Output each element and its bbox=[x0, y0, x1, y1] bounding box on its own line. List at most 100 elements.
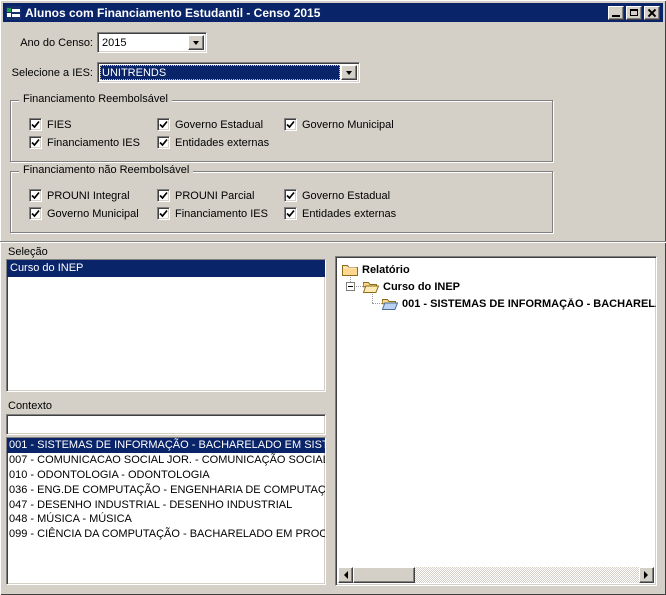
contexto-filter-input[interactable] bbox=[6, 414, 326, 435]
tree-node-relatorio[interactable]: Relatório bbox=[342, 261, 410, 278]
checkbox-prouni-parcial[interactable]: PROUNI Parcial bbox=[157, 188, 254, 203]
checkbox-label: Governo Municipal bbox=[302, 119, 394, 131]
chevron-down-icon bbox=[346, 71, 352, 78]
checkbox-entidades-externas-nr[interactable]: Entidades externas bbox=[284, 206, 396, 221]
checkbox-financiamento-ies[interactable]: Financiamento IES bbox=[29, 135, 140, 150]
checkbox-entidades-externas[interactable]: Entidades externas bbox=[157, 135, 269, 150]
dialog-window: Alunos com Financiamento Estudantil - Ce… bbox=[0, 0, 666, 595]
maximize-icon bbox=[630, 9, 638, 16]
close-icon bbox=[648, 9, 656, 17]
list-item[interactable]: 001 - SISTEMAS DE INFORMAÇÃO - BACHARELA… bbox=[7, 438, 325, 453]
checkbox-governo-estadual[interactable]: Governo Estadual bbox=[157, 117, 263, 132]
checkmark-icon bbox=[31, 209, 40, 218]
checkbox-financiamento-ies-nr[interactable]: Financiamento IES bbox=[157, 206, 268, 221]
close-button[interactable] bbox=[644, 6, 660, 20]
checkbox-box[interactable] bbox=[29, 207, 42, 220]
arrow-right-icon bbox=[644, 571, 652, 579]
checkmark-icon bbox=[159, 191, 168, 200]
report-treeview[interactable]: Relatório Curso do INEP 001 - SISTEMAS D… bbox=[335, 256, 657, 586]
checkbox-prouni-integral[interactable]: PROUNI Integral bbox=[29, 188, 130, 203]
checkmark-icon bbox=[159, 209, 168, 218]
ano-censo-dropdown-button[interactable] bbox=[188, 35, 204, 50]
ano-censo-label: Ano do Censo: bbox=[8, 37, 93, 49]
scroll-left-button[interactable] bbox=[338, 567, 353, 583]
checkbox-label: Entidades externas bbox=[302, 208, 396, 220]
checkbox-box[interactable] bbox=[284, 207, 297, 220]
group-financiamento-reembolsavel: Financiamento Reembolsável FIES Governo … bbox=[10, 100, 553, 162]
list-item[interactable]: 007 - COMUNICACAO SOCIAL JOR. - COMUNICA… bbox=[7, 453, 325, 468]
checkmark-icon bbox=[286, 209, 295, 218]
ano-censo-combobox[interactable]: 2015 bbox=[97, 32, 207, 53]
list-item[interactable]: 099 - CIÊNCIA DA COMPUTAÇÃO - BACHARELAD… bbox=[7, 527, 325, 542]
checkbox-governo-municipal-nr[interactable]: Governo Municipal bbox=[29, 206, 139, 221]
checkmark-icon bbox=[159, 120, 168, 129]
selecao-label: Seleção bbox=[8, 246, 48, 258]
checkbox-box[interactable] bbox=[157, 136, 170, 149]
checkbox-label: Governo Estadual bbox=[302, 190, 390, 202]
collapse-expander-icon[interactable] bbox=[346, 282, 355, 291]
checkbox-label: Financiamento IES bbox=[175, 208, 268, 220]
checkmark-icon bbox=[286, 191, 295, 200]
scroll-right-button[interactable] bbox=[639, 567, 654, 583]
tree-connector bbox=[372, 303, 382, 304]
contexto-listbox[interactable]: 001 - SISTEMAS DE INFORMAÇÃO - BACHARELA… bbox=[6, 437, 326, 585]
arrow-left-icon bbox=[340, 571, 348, 579]
chevron-down-icon bbox=[193, 41, 199, 48]
checkbox-label: Financiamento IES bbox=[47, 137, 140, 149]
group-title: Financiamento não Reembolsável bbox=[19, 164, 193, 176]
horizontal-scrollbar[interactable] bbox=[338, 567, 654, 583]
minimize-button[interactable] bbox=[608, 6, 624, 20]
ies-value: UNITRENDS bbox=[100, 65, 340, 80]
checkmark-icon bbox=[286, 120, 295, 129]
checkbox-box[interactable] bbox=[284, 189, 297, 202]
checkmark-icon bbox=[31, 138, 40, 147]
checkbox-box[interactable] bbox=[29, 189, 42, 202]
list-item-curso-do-inep[interactable]: Curso do INEP bbox=[7, 260, 325, 277]
tree-node-curso-do-inep[interactable]: Curso do INEP bbox=[363, 278, 460, 295]
title-bar[interactable]: Alunos com Financiamento Estudantil - Ce… bbox=[3, 3, 663, 22]
ies-dropdown-button[interactable] bbox=[341, 65, 357, 80]
tree-node-label: Curso do INEP bbox=[383, 281, 460, 293]
checkbox-box[interactable] bbox=[29, 136, 42, 149]
list-item[interactable]: 010 - ODONTOLOGIA - ODONTOLOGIA bbox=[7, 468, 325, 483]
checkbox-governo-municipal[interactable]: Governo Municipal bbox=[284, 117, 394, 132]
checkmark-icon bbox=[159, 138, 168, 147]
checkbox-label: PROUNI Parcial bbox=[175, 190, 254, 202]
checkbox-box[interactable] bbox=[157, 207, 170, 220]
tree-node-label: 001 - SISTEMAS DE INFORMAÇÃO - BACHARELA bbox=[402, 298, 656, 310]
checkbox-label: FIES bbox=[47, 119, 71, 131]
tree-node-curso-001[interactable]: 001 - SISTEMAS DE INFORMAÇÃO - BACHARELA bbox=[382, 295, 656, 312]
tree-connector bbox=[356, 286, 363, 287]
minimize-icon bbox=[612, 15, 620, 17]
checkmark-icon bbox=[31, 120, 40, 129]
checkbox-label: Governo Estadual bbox=[175, 119, 263, 131]
folder-open-blue-icon bbox=[382, 297, 398, 310]
tree-node-label: Relatório bbox=[362, 264, 410, 276]
group-financiamento-nao-reembolsavel: Financiamento não Reembolsável PROUNI In… bbox=[10, 171, 553, 233]
app-icon bbox=[6, 6, 21, 20]
scrollbar-thumb[interactable] bbox=[353, 567, 415, 583]
group-title: Financiamento Reembolsável bbox=[19, 93, 172, 105]
ies-label: Selecione a IES: bbox=[8, 67, 93, 79]
checkbox-label: PROUNI Integral bbox=[47, 190, 130, 202]
checkbox-label: Governo Municipal bbox=[47, 208, 139, 220]
ies-combobox[interactable]: UNITRENDS bbox=[97, 62, 360, 83]
selecao-listbox[interactable]: Curso do INEP bbox=[6, 259, 326, 392]
list-item[interactable]: 047 - DESENHO INDUSTRIAL - DESENHO INDUS… bbox=[7, 498, 325, 513]
maximize-button[interactable] bbox=[626, 6, 642, 20]
checkbox-fies[interactable]: FIES bbox=[29, 117, 71, 132]
checkmark-icon bbox=[31, 191, 40, 200]
list-item[interactable]: 048 - MÚSICA - MÚSICA bbox=[7, 512, 325, 527]
folder-open-icon bbox=[363, 280, 379, 293]
ano-censo-value: 2015 bbox=[100, 35, 187, 50]
checkbox-label: Entidades externas bbox=[175, 137, 269, 149]
list-item[interactable]: 036 - ENG.DE COMPUTAÇÃO - ENGENHARIA DE … bbox=[7, 483, 325, 498]
checkbox-box[interactable] bbox=[284, 118, 297, 131]
checkbox-box[interactable] bbox=[29, 118, 42, 131]
checkbox-box[interactable] bbox=[157, 118, 170, 131]
folder-closed-icon bbox=[342, 263, 358, 276]
horizontal-separator bbox=[0, 241, 666, 243]
window-title: Alunos com Financiamento Estudantil - Ce… bbox=[25, 6, 608, 20]
checkbox-box[interactable] bbox=[157, 189, 170, 202]
checkbox-governo-estadual-nr[interactable]: Governo Estadual bbox=[284, 188, 390, 203]
